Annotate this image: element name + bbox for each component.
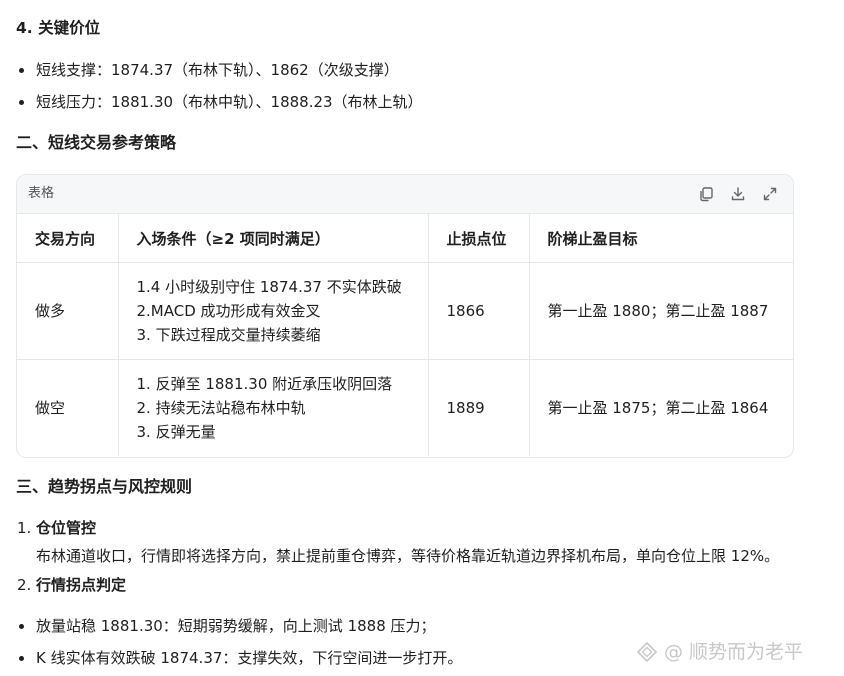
- table-row: 做空 1. 反弹至 1881.30 附近承压收阴回落 2. 持续无法站稳布林中轨…: [17, 359, 793, 456]
- cell-conditions: 1.4 小时级别守住 1874.37 不实体跌破 2.MACD 成功形成有效金叉…: [118, 262, 429, 360]
- list-number: 2.: [17, 576, 32, 594]
- list-item-title: 仓位管控: [36, 519, 97, 537]
- logo-icon: [636, 641, 658, 663]
- download-icon[interactable]: [729, 185, 747, 203]
- section-heading-strategy: 二、短线交易参考策略: [16, 133, 177, 152]
- table-row: 做多 1.4 小时级别守住 1874.37 不实体跌破 2.MACD 成功形成有…: [17, 262, 793, 360]
- cell-target: 第一止盈 1875；第二止盈 1864: [547, 399, 769, 417]
- copy-icon[interactable]: [697, 185, 715, 203]
- bullet-dot: [19, 100, 24, 105]
- list-item-paragraph: 布林通道收口，行情即将选择方向，禁止提前重仓博弈，等待价格靠近轨道边界择机布局，…: [36, 547, 780, 565]
- table-card: 表格 交易方向 入场条件（≥2 项同时满足） 止损点位 阶梯止盈目标 做多 1.…: [16, 174, 794, 458]
- column-header-target: 阶梯止盈目标: [529, 214, 793, 263]
- condition-line: 2. 持续无法站稳布林中轨: [136, 399, 306, 417]
- section-heading-risk-rules: 三、趋势拐点与风控规则: [16, 477, 193, 496]
- list-item-text: 短线压力：1881.30（布林中轨）、1888.23（布林上轨）: [36, 93, 423, 111]
- condition-line: 3. 反弹无量: [136, 423, 216, 441]
- list-item-text: 短线支撑：1874.37（布林下轨）、1862（次级支撑）: [36, 61, 399, 79]
- table-card-header: 表格: [17, 175, 793, 214]
- table-toolbar: [697, 185, 779, 203]
- condition-line: 3. 下跌过程成交量持续萎缩: [136, 326, 321, 344]
- condition-line: 1. 反弹至 1881.30 附近承压收阴回落: [136, 375, 393, 393]
- column-header-conditions: 入场条件（≥2 项同时满足）: [118, 214, 429, 263]
- cell-direction: 做多: [17, 262, 119, 360]
- bullet-dot: [19, 624, 24, 629]
- cell-stop: 1866: [428, 262, 530, 360]
- column-header-stop: 止损点位: [428, 214, 530, 263]
- cell-conditions: 1. 反弹至 1881.30 附近承压收阴回落 2. 持续无法站稳布林中轨 3.…: [118, 359, 429, 456]
- table-card-label: 表格: [28, 186, 55, 201]
- column-header-direction: 交易方向: [17, 214, 119, 263]
- list-item-title: 行情拐点判定: [36, 576, 127, 594]
- list-number: 1.: [17, 519, 32, 537]
- cell-target: 第一止盈 1880；第二止盈 1887: [529, 262, 793, 360]
- condition-line: 2.MACD 成功形成有效金叉: [136, 302, 321, 320]
- watermark: @ 顺势而为老平: [636, 640, 803, 664]
- table-header-row: 交易方向 入场条件（≥2 项同时满足） 止损点位 阶梯止盈目标: [17, 214, 793, 263]
- condition-line: 1.4 小时级别守住 1874.37 不实体跌破: [136, 278, 402, 296]
- expand-icon[interactable]: [761, 185, 779, 203]
- strategy-table: 交易方向 入场条件（≥2 项同时满足） 止损点位 阶梯止盈目标 做多 1.4 小…: [17, 214, 793, 456]
- cell-stop: 1889: [428, 359, 530, 456]
- cell-direction: 做空: [17, 359, 119, 456]
- watermark-text: @ 顺势而为老平: [664, 641, 804, 663]
- list-item-text: 放量站稳 1881.30：短期弱势缓解，向上测试 1888 压力；: [36, 617, 436, 635]
- bullet-dot: [19, 656, 24, 661]
- list-item-text: K 线实体有效跌破 1874.37：支撑失效，下行空间进一步打开。: [36, 649, 463, 667]
- section-heading-key-levels: 4. 关键价位: [16, 19, 101, 37]
- bullet-dot: [19, 68, 24, 73]
